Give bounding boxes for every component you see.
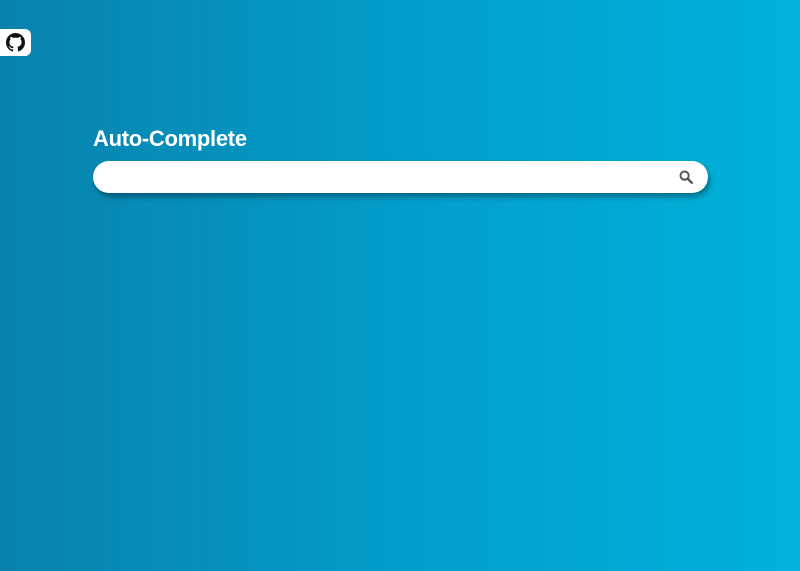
search-icon xyxy=(679,170,693,184)
search-button[interactable] xyxy=(664,161,708,193)
search-box xyxy=(93,161,708,193)
github-link[interactable] xyxy=(0,29,31,56)
page-title: Auto-Complete xyxy=(93,126,247,151)
github-icon xyxy=(6,33,25,52)
search-input[interactable] xyxy=(93,161,664,193)
